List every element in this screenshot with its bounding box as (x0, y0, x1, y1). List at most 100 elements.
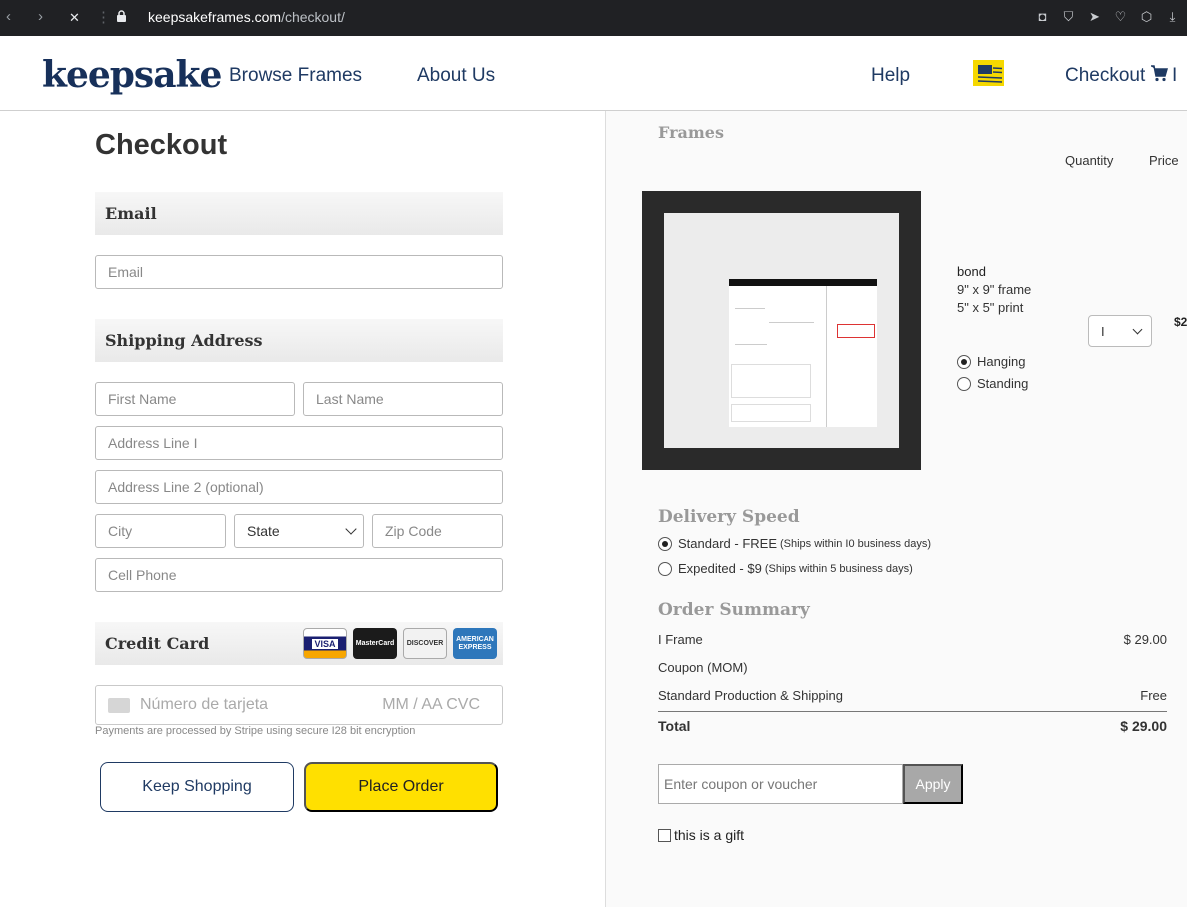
item-frame-size: 9" x 9" frame (957, 282, 1032, 297)
coupon-input[interactable]: Enter coupon or voucher (658, 764, 903, 804)
item-print-size: 5" x 5" print (957, 300, 1024, 315)
order-panel: Frames Quantity Price bond 9" x 9" frame… (605, 111, 1187, 907)
city-input[interactable]: City (95, 514, 226, 548)
item-price: $2 (1174, 315, 1187, 329)
cart-icon[interactable] (1150, 64, 1168, 82)
address-bar[interactable]: keepsakeframes.com/checkout/ (148, 9, 345, 25)
cell-phone-input[interactable]: Cell Phone (95, 558, 503, 592)
browser-actions: ◘ ⛉ ➤ ♡ ⬡ ⤓ (1034, 8, 1181, 25)
payment-note: Payments are processed by Stripe using s… (95, 725, 416, 737)
mastercard-icon: MasterCard (353, 628, 397, 659)
page-title: Checkout (95, 129, 228, 161)
summary-row-coupon: Coupon (MOM) (658, 660, 1167, 675)
summary-row-shipping: Standard Production & Shipping Free (658, 688, 1167, 703)
summary-row-label: Coupon (MOM) (658, 660, 748, 675)
site-header: keepsake Browse Frames About Us Help Che… (0, 36, 1187, 111)
keepsake-logo[interactable]: keepsake (42, 54, 222, 96)
summary-row-label: I Frame (658, 632, 703, 647)
standard-note: (Ships within I0 business days) (780, 537, 932, 550)
standing-label: Standing (977, 376, 1029, 391)
cart-count: I (1172, 65, 1178, 86)
nav-help[interactable]: Help (871, 65, 910, 87)
apply-coupon-button[interactable]: Apply (903, 764, 963, 804)
mount-hanging-option[interactable]: Hanging (957, 354, 1025, 369)
state-select[interactable]: State (234, 514, 364, 548)
address-line-2-input[interactable]: Address Line 2 (optional) (95, 470, 503, 504)
shipping-section-header: Shipping Address (95, 319, 503, 362)
email-section-header: Email (95, 192, 503, 235)
expedited-label: Expedited - $9 (678, 561, 762, 576)
back-icon[interactable]: ‹ (6, 8, 11, 25)
email-section-label: Email (105, 204, 157, 223)
credit-card-section-header: Credit Card VISA MasterCard DISCOVER AME… (95, 622, 503, 665)
gift-option[interactable]: this is a gift (658, 827, 744, 843)
separator-icon: ⋮ (96, 9, 111, 26)
shipping-section-label: Shipping Address (105, 331, 263, 350)
summary-row-label: Standard Production & Shipping (658, 688, 844, 703)
order-summary-heading: Order Summary (658, 600, 810, 620)
send-icon[interactable]: ➤ (1086, 8, 1103, 25)
amex-icon: AMERICAN EXPRESS (453, 628, 497, 659)
cube-icon[interactable]: ⬡ (1138, 8, 1155, 25)
zip-code-input[interactable]: Zip Code (372, 514, 503, 548)
nav-about-us[interactable]: About Us (417, 65, 495, 87)
price-column-header: Price (1149, 153, 1179, 168)
shield-icon[interactable]: ⛉ (1060, 8, 1077, 25)
total-value: $ 29.00 (1120, 718, 1167, 734)
summary-row-frames: I Frame $ 29.00 (658, 632, 1167, 647)
state-select-label: State (247, 523, 280, 539)
frame-preview-image (642, 191, 921, 470)
radio-standard[interactable] (658, 536, 672, 551)
camera-icon[interactable]: ◘ (1034, 8, 1051, 25)
frames-heading: Frames (658, 123, 724, 142)
nav-browse-frames[interactable]: Browse Frames (229, 65, 362, 87)
stop-icon[interactable]: ✕ (69, 10, 80, 26)
last-name-input[interactable]: Last Name (303, 382, 503, 416)
quantity-value: I (1101, 324, 1105, 339)
expedited-note: (Ships within 5 business days) (764, 562, 913, 575)
checkout-form: Checkout Email Email Shipping Address Fi… (0, 111, 605, 907)
url-path: /checkout/ (281, 9, 345, 25)
place-order-button[interactable]: Place Order (304, 762, 498, 812)
visa-icon: VISA (303, 628, 347, 659)
discover-icon: DISCOVER (403, 628, 447, 659)
card-number-input[interactable]: Número de tarjeta MM / AA CVC (95, 685, 503, 725)
radio-expedited[interactable] (658, 561, 672, 576)
gift-label: this is a gift (674, 827, 745, 843)
download-icon[interactable]: ⤓ (1164, 8, 1181, 25)
standard-label: Standard - FREE (678, 536, 777, 551)
chevron-down-icon (345, 523, 357, 535)
address-line-1-input[interactable]: Address Line I (95, 426, 503, 460)
card-number-placeholder: Número de tarjeta (140, 696, 269, 713)
quantity-column-header: Quantity (1065, 153, 1114, 168)
delivery-standard-option[interactable]: Standard - FREE (Ships within I0 busines… (658, 536, 931, 551)
forward-icon[interactable]: › (38, 8, 43, 25)
heart-icon[interactable]: ♡ (1112, 8, 1129, 25)
radio-standing[interactable] (957, 376, 971, 391)
card-expiry-cvc-placeholder: MM / AA CVC (382, 696, 480, 713)
delivery-speed-heading: Delivery Speed (658, 507, 800, 527)
radio-hanging[interactable] (957, 354, 971, 369)
nav-checkout[interactable]: Checkout (1065, 65, 1145, 87)
quantity-select[interactable]: I (1088, 315, 1152, 347)
url-domain: keepsakeframes.com (148, 9, 282, 25)
delivery-expedited-option[interactable]: Expedited - $9 (Ships within 5 business … (658, 561, 913, 576)
gift-checkbox[interactable] (658, 828, 671, 842)
browser-toolbar: ‹ › ✕ ⋮ keepsakeframes.com/checkout/ ◘ ⛉… (0, 0, 1187, 36)
flag-icon[interactable] (972, 58, 1005, 88)
mount-standing-option[interactable]: Standing (957, 376, 1028, 391)
card-icon (108, 698, 130, 713)
chevron-down-icon (1132, 324, 1143, 335)
summary-row-value: $ 29.00 (1123, 632, 1167, 647)
email-input[interactable]: Email (95, 255, 503, 289)
total-label: Total (658, 718, 691, 734)
first-name-input[interactable]: First Name (95, 382, 295, 416)
summary-divider (658, 711, 1167, 712)
summary-total: Total $ 29.00 (658, 718, 1167, 734)
accepted-cards: VISA MasterCard DISCOVER AMERICAN EXPRES… (303, 628, 497, 659)
keep-shopping-button[interactable]: Keep Shopping (100, 762, 294, 812)
item-name: bond (957, 264, 986, 279)
summary-row-value: Free (1140, 688, 1167, 703)
lock-icon[interactable] (116, 10, 127, 22)
print-preview (729, 279, 877, 427)
